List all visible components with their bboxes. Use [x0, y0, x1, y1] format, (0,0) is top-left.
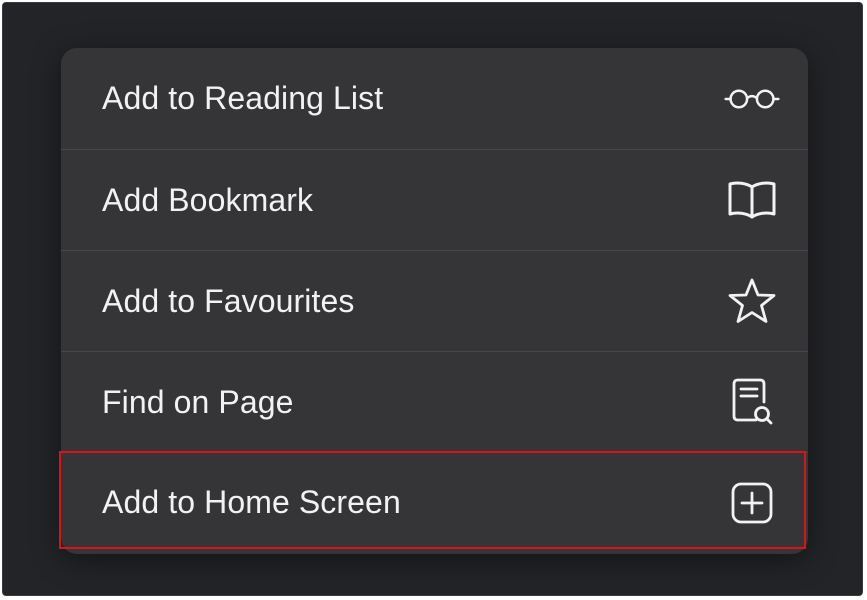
- menu-item-add-bookmark[interactable]: Add Bookmark: [61, 149, 808, 250]
- book-icon: [724, 172, 780, 228]
- glasses-icon: [724, 71, 780, 127]
- menu-item-add-to-favourites[interactable]: Add to Favourites: [61, 250, 808, 351]
- menu-item-find-on-page[interactable]: Find on Page: [61, 351, 808, 452]
- menu-item-label: Add to Home Screen: [102, 484, 401, 520]
- menu-item-label: Add Bookmark: [102, 181, 314, 218]
- menu-item-add-to-home-screen[interactable]: Add to Home Screen: [61, 452, 808, 552]
- add-square-icon: [724, 475, 780, 531]
- screenshot-frame: Add to Reading List Add Bookmark Add to …: [2, 2, 863, 596]
- menu-item-add-to-reading-list[interactable]: Add to Reading List: [61, 48, 808, 149]
- share-menu: Add to Reading List Add Bookmark Add to …: [61, 48, 808, 554]
- menu-item-label: Find on Page: [102, 383, 294, 420]
- find-document-icon: [724, 374, 780, 430]
- star-icon: [724, 273, 780, 329]
- menu-item-label: Add to Favourites: [102, 282, 355, 319]
- menu-item-label: Add to Reading List: [102, 80, 384, 116]
